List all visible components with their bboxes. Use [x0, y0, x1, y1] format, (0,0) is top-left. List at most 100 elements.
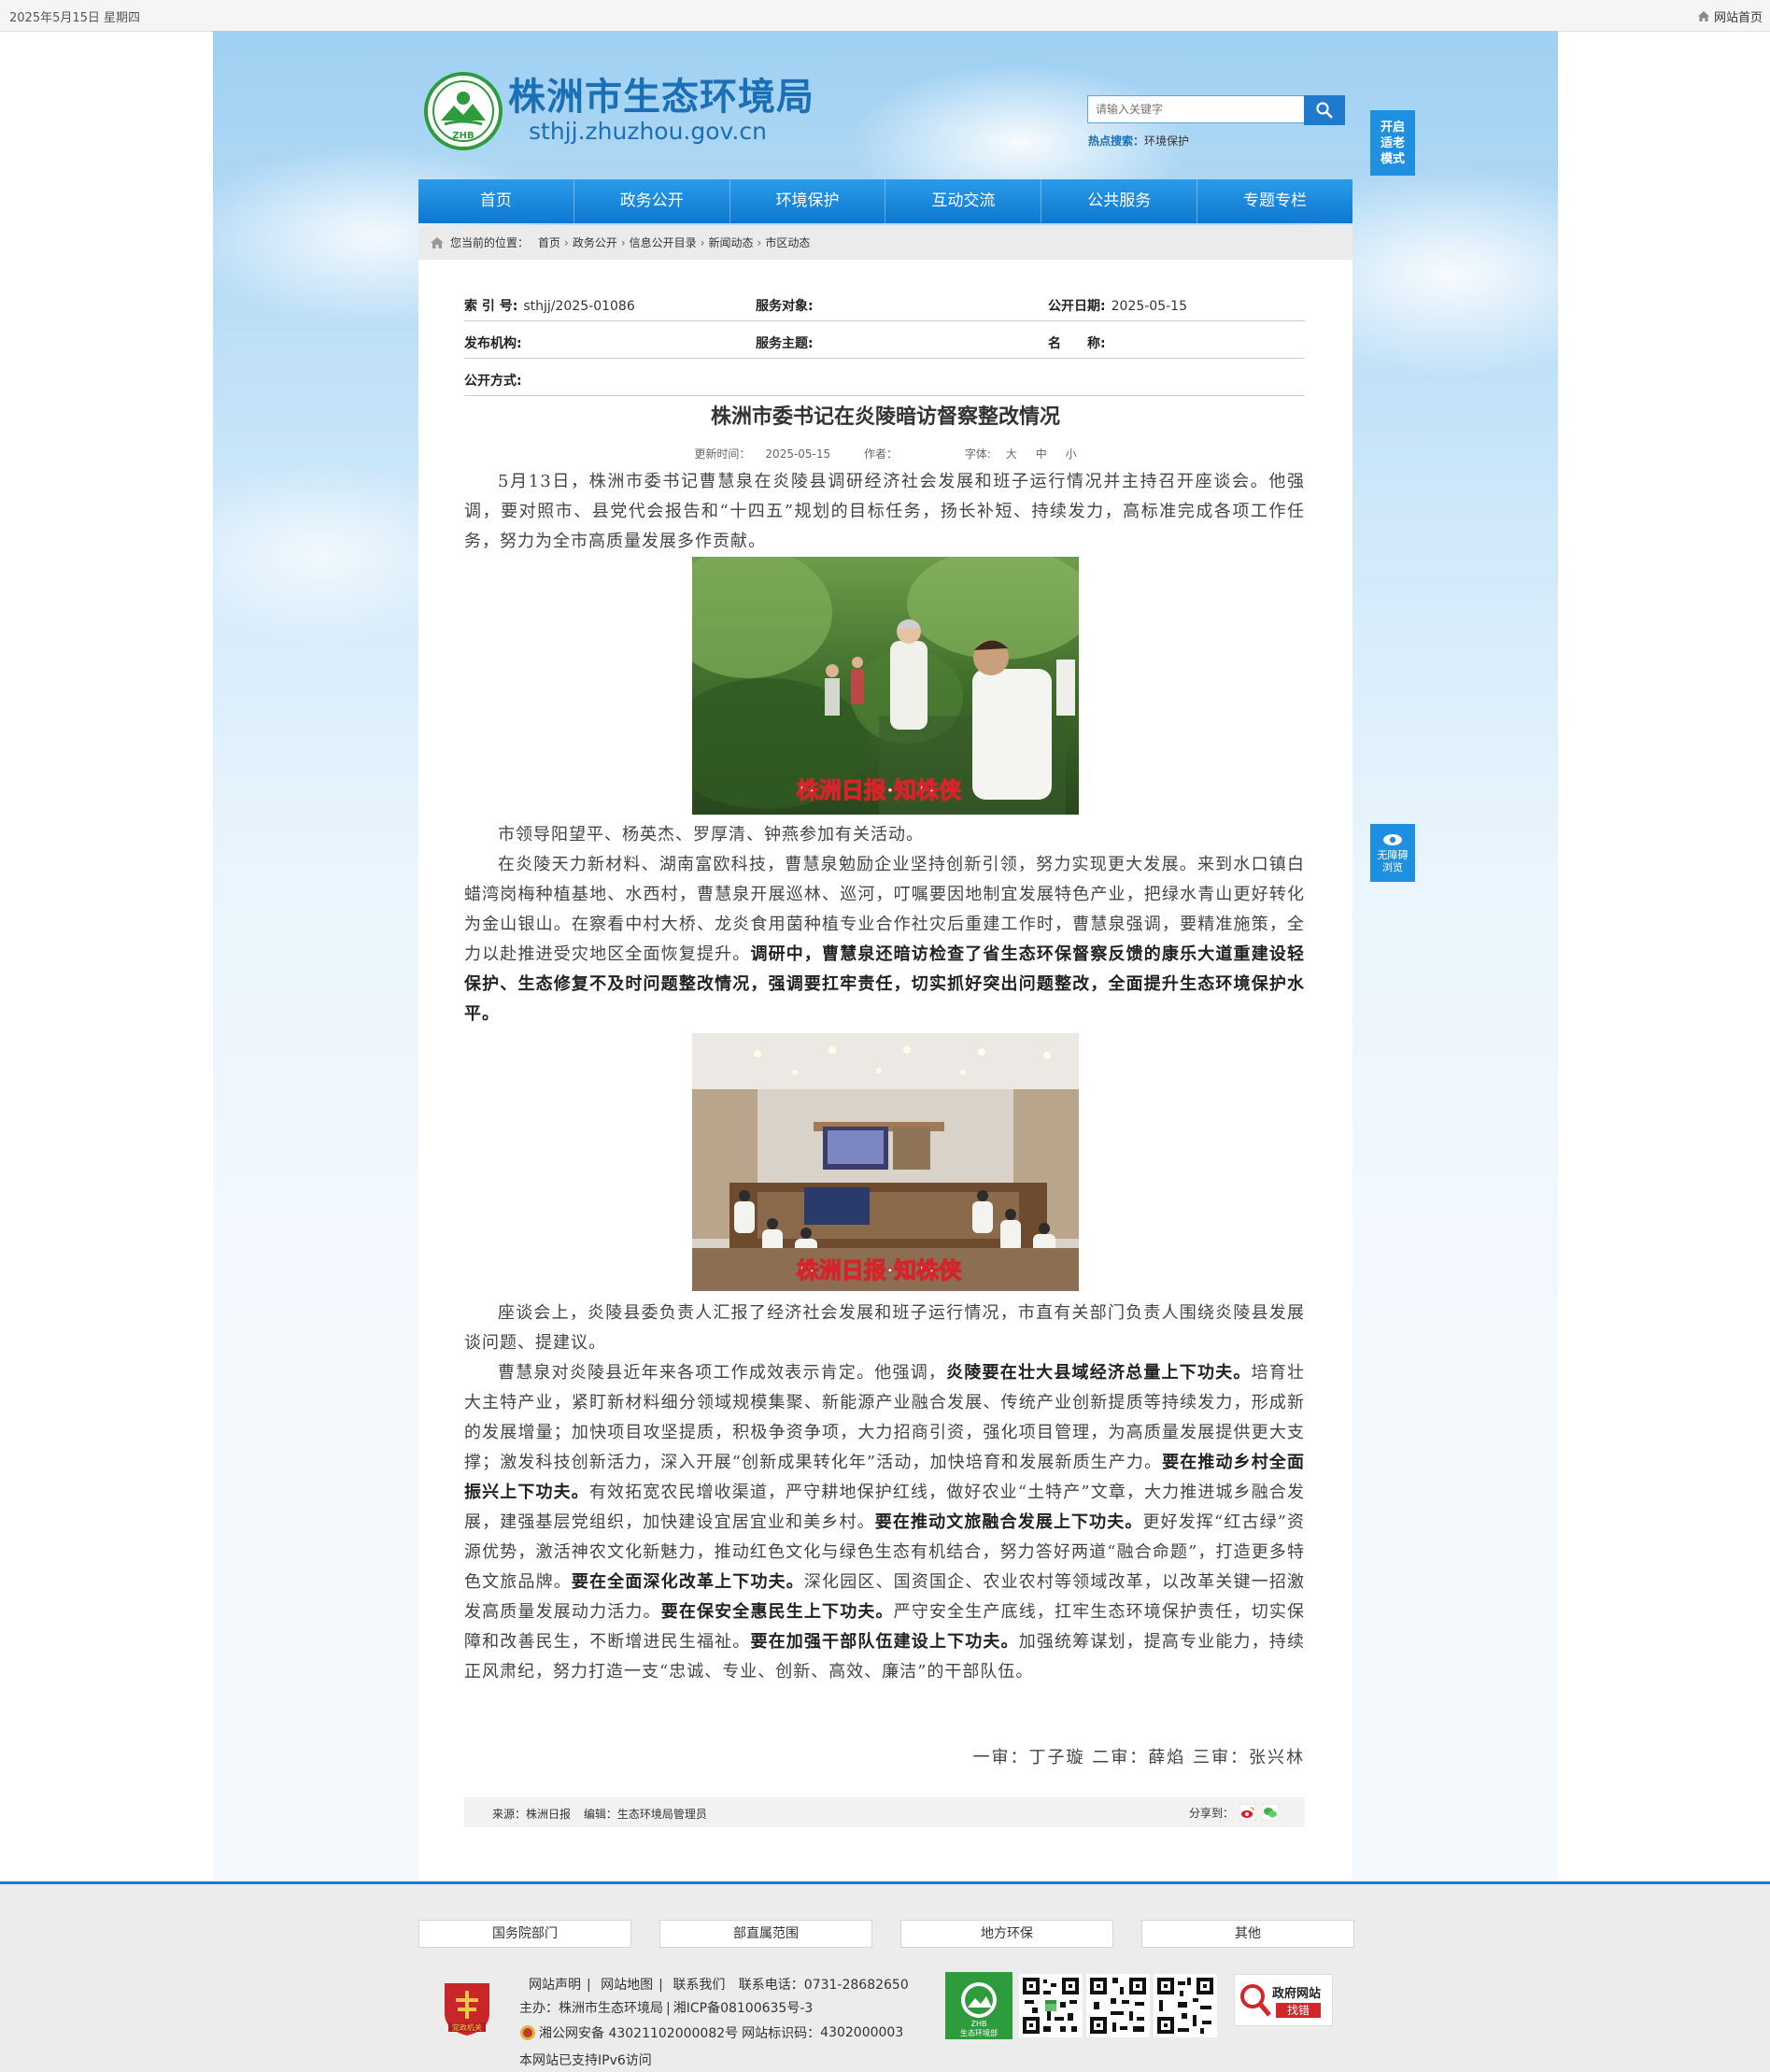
info-row: 发布机构: 服务主题: 名 称:: [464, 321, 1305, 359]
source-bar: 来源：株洲日报 编辑：生态环境局管理员 分享到：: [464, 1797, 1305, 1827]
content-panel: 索 引 号: sthjj/2025-01086 服务对象: 公开日期: 2025-0…: [418, 260, 1352, 1881]
error-report-sub: 找错: [1276, 2003, 1321, 2018]
site-id-value: 4302000003: [820, 2025, 904, 2040]
elder-mode-button[interactable]: 开启适老模式: [1370, 110, 1415, 176]
publisher-label: 发布机构:: [464, 336, 522, 351]
footer-nav-statement[interactable]: 网站声明: [529, 1978, 581, 1993]
breadcrumb-separator: ›: [700, 235, 705, 249]
footer-nav: 网站声明 | 网站地图 | 联系我们 联系电话：0731-28682650: [529, 1978, 909, 1993]
site-name: 株洲市生态环境局: [508, 76, 814, 119]
phone-label: 联系电话：: [738, 1978, 804, 1993]
police-badge-icon: [520, 2025, 535, 2040]
article-body: 座谈会上，炎陵县委负责人汇报了经济社会发展和班子运行情况，市直有关部门负责人围绕…: [464, 1299, 1305, 1687]
nav-home[interactable]: 首页: [418, 179, 574, 223]
main-nav: 首页 政务公开 环境保护 互动交流 公共服务 专题专栏: [418, 179, 1352, 223]
error-report-title: 政府网站: [1272, 1987, 1322, 2001]
topic-label: 服务主题:: [756, 336, 814, 351]
site-id-label: 网站标识码：: [742, 2026, 821, 2041]
article-title: 株洲市委书记在炎陵暗访督察整改情况: [710, 405, 1060, 429]
police-record[interactable]: 湘公网安备 43021102000082号: [539, 2023, 738, 2042]
date-label: 公开日期:: [1048, 299, 1106, 314]
footer-link-other[interactable]: 其他: [1141, 1920, 1354, 1948]
hot-search-term[interactable]: 环境保护: [1144, 135, 1189, 148]
qr-code-icon: [1154, 1974, 1217, 2037]
zhb-text: ZHB: [971, 2020, 987, 2028]
mode-label: 公开方式:: [464, 374, 522, 389]
editor-value: 生态环境局管理员: [616, 1808, 707, 1821]
footer-host: 主办：株洲市生态环境局 | 湘ICP备08100635号-3: [519, 2001, 814, 2016]
zhb-logo-icon[interactable]: ZHB 生态环境部: [945, 1972, 1012, 2039]
breadcrumb: 您当前的位置： 首页 › 政务公开 › 信息公开目录 › 新闻动态 › 市区动态: [418, 225, 1352, 260]
weibo-share-icon[interactable]: [1239, 1804, 1256, 1821]
target-label: 服务对象:: [756, 299, 814, 314]
font-size-medium[interactable]: 中: [1036, 447, 1047, 461]
editor-label: 编辑：: [583, 1808, 617, 1821]
phone-value: 0731-28682650: [803, 1978, 909, 1993]
breadcrumb-prefix: 您当前的位置：: [450, 236, 530, 249]
nav-interaction[interactable]: 互动交流: [885, 179, 1042, 223]
home-icon: [431, 236, 444, 248]
font-size-large[interactable]: 大: [1006, 447, 1017, 461]
site-home-link[interactable]: 网站首页: [1697, 7, 1763, 25]
search-input[interactable]: [1087, 95, 1317, 123]
article-paragraph: 曹慧泉对炎陵县近年来各项工作成效表示肯定。他强调，炎陵要在壮大县域经济总量上下功…: [464, 1358, 1305, 1687]
icp-number[interactable]: 湘ICP备08100635号-3: [673, 2001, 814, 2016]
nav-gov-affairs[interactable]: 政务公开: [574, 179, 730, 223]
source-label: 来源：: [492, 1808, 527, 1821]
photo-watermark: 株洲日报·知株侠: [797, 776, 962, 803]
footer-nav-sitemap[interactable]: 网站地图: [601, 1978, 653, 1993]
paragraph-emphasis: 炎陵要在壮大县域经济总量上下功夫。: [946, 1363, 1252, 1383]
home-icon: [1697, 11, 1709, 21]
accessibility-button[interactable]: 无障碍浏览: [1370, 824, 1415, 882]
index-value: sthjj/2025-01086: [523, 299, 635, 314]
paragraph-text: 曹慧泉对炎陵县近年来各项工作成效表示肯定。他强调，: [498, 1363, 947, 1383]
nav-public-service[interactable]: 公共服务: [1041, 179, 1198, 223]
emblem-text: ZHB: [452, 131, 474, 141]
index-label: 索 引 号:: [464, 299, 518, 314]
ipv6-notice: 本网站已支持IPv6访问: [519, 2053, 652, 2068]
article-body: 5月13日，株洲市委书记曹慧泉在炎陵县调研经济社会发展和班子运行情况并主持召开座…: [464, 467, 1305, 557]
breadcrumb-separator: ›: [564, 235, 569, 249]
host-value: 株洲市生态环境局: [559, 2001, 663, 2016]
breadcrumb-item[interactable]: 信息公开目录: [630, 234, 697, 250]
footer-nav-contact[interactable]: 联系我们: [673, 1978, 725, 1993]
search-icon: [1316, 102, 1333, 119]
badge-text: 党政机关: [452, 2022, 482, 2032]
paragraph-emphasis: 要在加强干部队伍建设上下功夫。: [750, 1632, 1019, 1652]
breadcrumb-separator: ›: [757, 235, 762, 249]
breadcrumb-item[interactable]: 新闻动态: [709, 234, 754, 250]
magnifier-icon: [1240, 1984, 1271, 2017]
zhb-caption: 生态环境部: [960, 2028, 998, 2037]
error-report-button[interactable]: 政府网站 找错: [1234, 1974, 1333, 2026]
breadcrumb-separator: ›: [620, 235, 626, 249]
breadcrumb-item[interactable]: 市区动态: [765, 234, 810, 250]
breadcrumb-item[interactable]: 首页: [538, 234, 560, 250]
nav-environment[interactable]: 环境保护: [730, 179, 886, 223]
photo-watermark: 株洲日报·知株侠: [797, 1256, 962, 1284]
wechat-share-icon[interactable]: [1262, 1804, 1279, 1821]
footer-link-state-council[interactable]: 国务院部门: [418, 1920, 631, 1948]
name-label: 名 称:: [1048, 336, 1106, 351]
footer-link-ministry[interactable]: 部直属范围: [659, 1920, 872, 1948]
article-paragraph: 市领导阳望平、杨英杰、罗厚清、钟燕参加有关活动。: [498, 825, 924, 844]
search-button[interactable]: [1304, 95, 1345, 125]
environment-emblem-icon: ZHB: [424, 72, 503, 150]
paragraph-emphasis: 要在推动文旅融合发展上下功夫。: [874, 1512, 1143, 1532]
info-row: 公开方式:: [464, 359, 1305, 396]
qr-code-icon: [1086, 1974, 1150, 2037]
font-size-small[interactable]: 小: [1066, 447, 1077, 461]
footer-link-local[interactable]: 地方环保: [900, 1920, 1113, 1948]
share-label: 分享到：: [1188, 1806, 1234, 1820]
article-paragraph: 在炎陵天力新材料、湖南富欧科技，曹慧泉勉励企业坚持创新引领，努力实现更大发展。来…: [464, 850, 1305, 1029]
breadcrumb-item[interactable]: 政务公开: [573, 234, 617, 250]
info-row: 索 引 号: sthjj/2025-01086 服务对象: 公开日期: 2025-0…: [464, 284, 1305, 321]
article-paragraph: 5月13日，株洲市委书记曹慧泉在炎陵县调研经济社会发展和班子运行情况并主持召开座…: [464, 472, 1305, 551]
article-subinfo: 更新时间： 2025-05-15 作者： 字体: 大 中 小: [418, 446, 1352, 461]
party-government-badge-icon[interactable]: 党政机关: [441, 1980, 493, 2037]
font-size-label: 字体:: [964, 447, 991, 461]
site-logo[interactable]: ZHB 株洲市生态环境局 sthjj.zhuzhou.gov.cn: [424, 72, 814, 150]
eye-icon: [1383, 833, 1402, 845]
article-paragraph: 座谈会上，炎陵县委负责人汇报了经济社会发展和班子运行情况，市直有关部门负责人围绕…: [464, 1303, 1305, 1353]
paragraph-emphasis: 要在保安全惠民生上下功夫。: [660, 1602, 894, 1622]
nav-special-topics[interactable]: 专题专栏: [1197, 179, 1352, 223]
